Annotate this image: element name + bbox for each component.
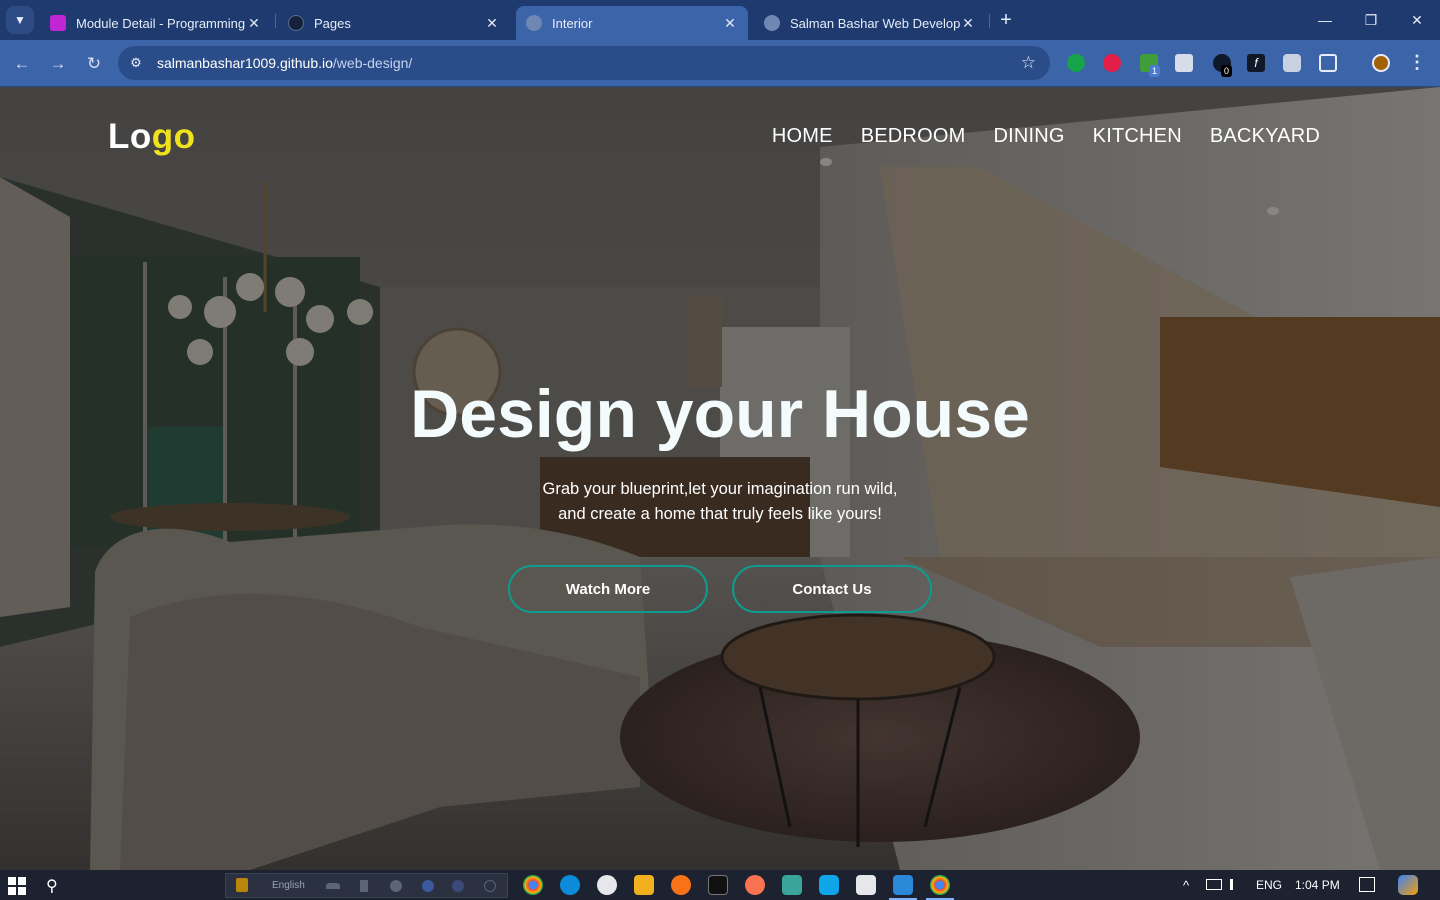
tab-title: Salman Bashar Web Developer: [790, 15, 960, 31]
close-tab-icon[interactable]: ✕: [960, 15, 976, 32]
edge-app-icon[interactable]: [560, 875, 580, 895]
new-tab-button[interactable]: +: [994, 9, 1018, 33]
nav-bedroom[interactable]: BEDROOM: [861, 125, 966, 148]
snipping-tool-icon[interactable]: [856, 875, 876, 895]
url-text[interactable]: salmanbashar1009.github.io/web-design/: [157, 55, 412, 71]
tab-module-detail[interactable]: Module Detail - Programming Hero ✕: [40, 6, 272, 40]
tab-search-button[interactable]: ▼: [6, 6, 34, 34]
extension-red-icon[interactable]: [1103, 54, 1121, 72]
site-logo[interactable]: Logo: [108, 117, 196, 157]
hero-subtitle-line: Grab your blueprint,let your imagination…: [542, 480, 898, 498]
tab-salman-bashar[interactable]: Salman Bashar Web Developer ✕: [754, 6, 986, 40]
tab-pages[interactable]: Pages ✕: [278, 6, 510, 40]
hero-subtitle-line: and create a home that truly feels like …: [558, 505, 882, 523]
url-path: /web-design/: [332, 55, 413, 71]
clock[interactable]: 1:04 PM: [1295, 878, 1340, 892]
extensions-puzzle-icon[interactable]: [1319, 54, 1337, 72]
restore-button[interactable]: ❐: [1348, 8, 1394, 32]
app-icon[interactable]: [782, 875, 802, 895]
windows-taskbar: ⚲ English ^ ENG 1:04 PM: [0, 870, 1440, 900]
tab-separator: [989, 14, 990, 28]
profile-avatar[interactable]: [1372, 54, 1390, 72]
skype-app-icon[interactable]: [819, 875, 839, 895]
hero-title: Design your House: [410, 376, 1030, 452]
chrome-menu-icon[interactable]: ⋮: [1408, 52, 1426, 73]
ime-keyboard-icon[interactable]: [326, 883, 340, 889]
extension-fx-icon[interactable]: f: [1247, 54, 1265, 72]
ime-toolbar: English: [225, 873, 508, 898]
ime-info-icon[interactable]: [484, 880, 496, 892]
extension-green-icon[interactable]: [1067, 54, 1085, 72]
ime-logo-icon[interactable]: [236, 878, 248, 892]
reload-button[interactable]: ↻: [81, 51, 107, 77]
ime-browser-icon[interactable]: [422, 880, 434, 892]
copilot-icon[interactable]: [1398, 875, 1418, 895]
nav-home[interactable]: HOME: [772, 125, 833, 148]
tab-bar: ▼ Module Detail - Programming Hero ✕ Pag…: [0, 0, 1440, 40]
site-nav: HOME BEDROOM DINING KITCHEN BACKYARD: [772, 125, 1320, 148]
extension-image-icon[interactable]: [1175, 54, 1193, 72]
vscode-app-icon[interactable]: [889, 875, 917, 900]
web-page: Logo HOME BEDROOM DINING KITCHEN BACKYAR…: [0, 87, 1440, 870]
screen: ▼ Module Detail - Programming Hero ✕ Pag…: [0, 0, 1440, 900]
ime-language[interactable]: English: [272, 880, 305, 891]
minimize-button[interactable]: —: [1302, 8, 1348, 32]
ime-settings-icon[interactable]: [390, 880, 402, 892]
nav-kitchen[interactable]: KITCHEN: [1093, 125, 1182, 148]
tab-title: Module Detail - Programming Hero: [76, 15, 246, 31]
firefox-app-icon[interactable]: [671, 875, 691, 895]
tab-interior[interactable]: Interior ✕: [516, 6, 748, 40]
postman-app-icon[interactable]: [745, 875, 765, 895]
close-window-button[interactable]: ✕: [1394, 8, 1440, 32]
file-explorer-icon[interactable]: [634, 875, 654, 895]
programming-hero-favicon-icon: [50, 15, 66, 31]
nav-backyard[interactable]: BACKYARD: [1210, 125, 1320, 148]
tab-separator: [275, 14, 276, 28]
extension-camera-icon[interactable]: [1283, 54, 1301, 72]
site-info-icon[interactable]: ⚙: [128, 55, 144, 71]
chrome-app-icon[interactable]: [523, 875, 543, 895]
tab-title: Interior: [552, 15, 593, 31]
globe-favicon-icon: [764, 15, 780, 31]
intellij-app-icon[interactable]: [708, 875, 728, 895]
close-tab-icon[interactable]: ✕: [722, 15, 738, 32]
globe-favicon-icon: [526, 15, 542, 31]
ime-tool-icon[interactable]: [360, 880, 368, 892]
watch-more-button[interactable]: Watch More: [508, 565, 708, 613]
address-bar[interactable]: ⚙ salmanbashar1009.github.io/web-design/…: [118, 46, 1050, 80]
app-icon[interactable]: [597, 875, 617, 895]
close-tab-icon[interactable]: ✕: [246, 15, 262, 32]
nav-dining[interactable]: DINING: [993, 125, 1064, 148]
notification-icon[interactable]: [1359, 877, 1375, 892]
extension-badge: 1: [1149, 65, 1161, 77]
logo-highlight-text: go: [151, 117, 196, 156]
volume-icon[interactable]: [1230, 879, 1240, 890]
extension-badge: 0: [1221, 65, 1233, 77]
close-tab-icon[interactable]: ✕: [484, 15, 500, 32]
github-favicon-icon: [288, 15, 304, 31]
contact-us-button[interactable]: Contact Us: [732, 565, 932, 613]
chrome-active-app-icon[interactable]: [926, 875, 954, 900]
network-icon[interactable]: [1206, 879, 1222, 890]
input-language-indicator[interactable]: ENG: [1256, 878, 1282, 892]
search-icon[interactable]: ⚲: [46, 876, 58, 896]
hero-subtitle: Grab your blueprint,let your imagination…: [0, 477, 1440, 527]
url-host: salmanbashar1009.github.io: [157, 55, 333, 71]
windows-start-icon[interactable]: [8, 877, 26, 895]
tab-title: Pages: [314, 15, 351, 31]
chevron-down-icon: ▼: [14, 13, 26, 27]
bookmark-star-icon[interactable]: ☆: [1021, 53, 1036, 73]
tray-chevron-up-icon[interactable]: ^: [1183, 878, 1189, 893]
back-button[interactable]: ←: [9, 51, 35, 77]
forward-button[interactable]: →: [45, 51, 71, 77]
logo-text: Lo: [108, 117, 152, 156]
ime-help-icon[interactable]: [452, 880, 464, 892]
